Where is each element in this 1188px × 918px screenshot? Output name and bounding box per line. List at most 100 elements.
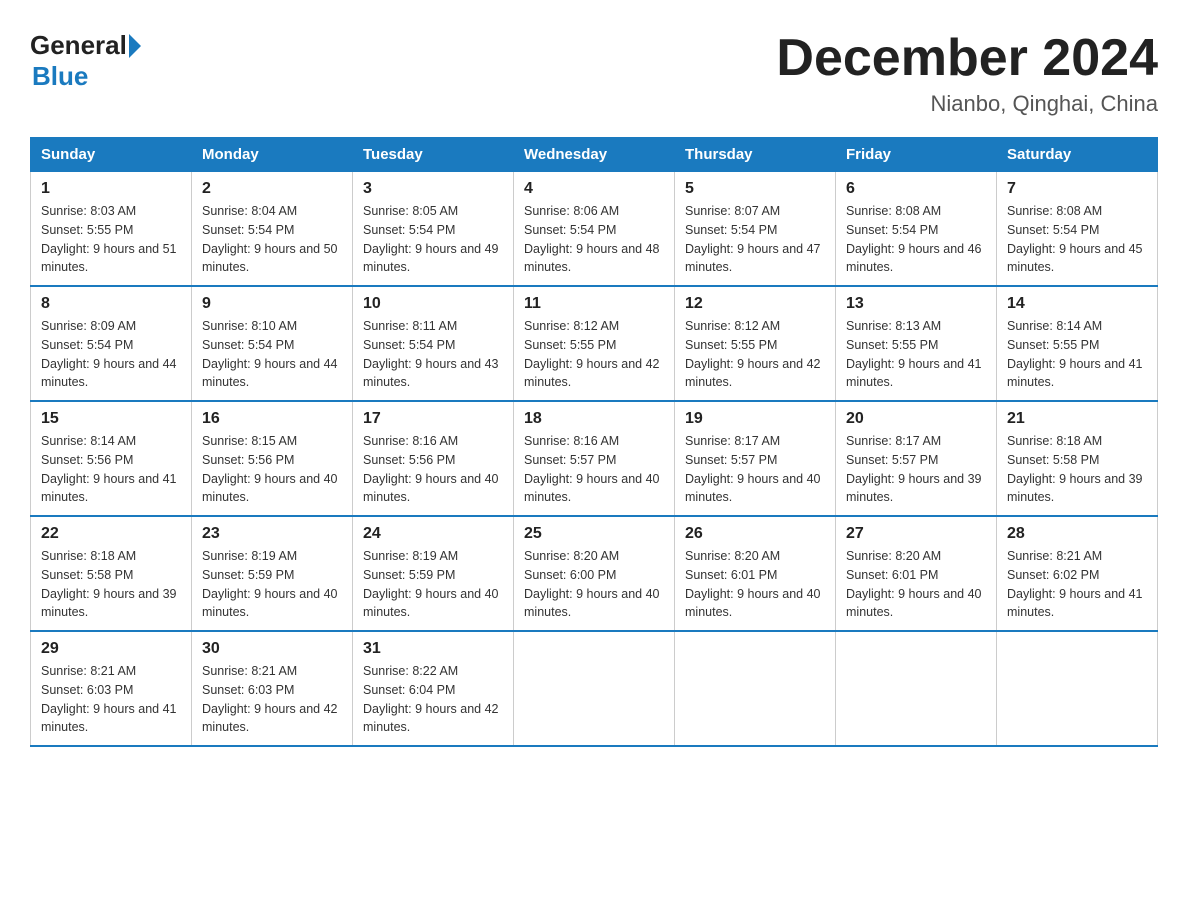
day-number: 5 <box>685 180 825 198</box>
calendar-header-thursday: Thursday <box>675 138 836 172</box>
calendar-cell: 27 Sunrise: 8:20 AMSunset: 6:01 PMDaylig… <box>836 516 997 631</box>
calendar-cell: 6 Sunrise: 8:08 AMSunset: 5:54 PMDayligh… <box>836 172 997 287</box>
day-number: 29 <box>41 640 181 658</box>
calendar-cell <box>675 631 836 746</box>
calendar-header-tuesday: Tuesday <box>353 138 514 172</box>
logo-general-text: General <box>30 30 127 61</box>
calendar-cell: 22 Sunrise: 8:18 AMSunset: 5:58 PMDaylig… <box>31 516 192 631</box>
calendar-cell: 9 Sunrise: 8:10 AMSunset: 5:54 PMDayligh… <box>192 286 353 401</box>
calendar-cell: 28 Sunrise: 8:21 AMSunset: 6:02 PMDaylig… <box>997 516 1158 631</box>
calendar-cell: 19 Sunrise: 8:17 AMSunset: 5:57 PMDaylig… <box>675 401 836 516</box>
day-number: 27 <box>846 525 986 543</box>
day-info: Sunrise: 8:16 AMSunset: 5:57 PMDaylight:… <box>524 434 660 504</box>
day-number: 22 <box>41 525 181 543</box>
day-number: 31 <box>363 640 503 658</box>
calendar-cell: 13 Sunrise: 8:13 AMSunset: 5:55 PMDaylig… <box>836 286 997 401</box>
calendar-header-sunday: Sunday <box>31 138 192 172</box>
day-info: Sunrise: 8:13 AMSunset: 5:55 PMDaylight:… <box>846 319 982 389</box>
day-info: Sunrise: 8:21 AMSunset: 6:03 PMDaylight:… <box>202 664 338 734</box>
day-number: 21 <box>1007 410 1147 428</box>
calendar-subtitle: Nianbo, Qinghai, China <box>776 91 1158 117</box>
logo-blue-text: Blue <box>32 61 88 91</box>
calendar-cell: 20 Sunrise: 8:17 AMSunset: 5:57 PMDaylig… <box>836 401 997 516</box>
day-number: 17 <box>363 410 503 428</box>
calendar-cell: 1 Sunrise: 8:03 AMSunset: 5:55 PMDayligh… <box>31 172 192 287</box>
day-info: Sunrise: 8:17 AMSunset: 5:57 PMDaylight:… <box>685 434 821 504</box>
day-number: 14 <box>1007 295 1147 313</box>
day-info: Sunrise: 8:08 AMSunset: 5:54 PMDaylight:… <box>846 204 982 274</box>
day-info: Sunrise: 8:06 AMSunset: 5:54 PMDaylight:… <box>524 204 660 274</box>
calendar-cell: 18 Sunrise: 8:16 AMSunset: 5:57 PMDaylig… <box>514 401 675 516</box>
day-number: 26 <box>685 525 825 543</box>
calendar-cell: 25 Sunrise: 8:20 AMSunset: 6:00 PMDaylig… <box>514 516 675 631</box>
calendar-cell: 17 Sunrise: 8:16 AMSunset: 5:56 PMDaylig… <box>353 401 514 516</box>
day-info: Sunrise: 8:21 AMSunset: 6:03 PMDaylight:… <box>41 664 177 734</box>
day-info: Sunrise: 8:10 AMSunset: 5:54 PMDaylight:… <box>202 319 338 389</box>
day-info: Sunrise: 8:15 AMSunset: 5:56 PMDaylight:… <box>202 434 338 504</box>
calendar-cell: 23 Sunrise: 8:19 AMSunset: 5:59 PMDaylig… <box>192 516 353 631</box>
day-number: 25 <box>524 525 664 543</box>
calendar-cell: 29 Sunrise: 8:21 AMSunset: 6:03 PMDaylig… <box>31 631 192 746</box>
calendar-week-row: 8 Sunrise: 8:09 AMSunset: 5:54 PMDayligh… <box>31 286 1158 401</box>
calendar-table: SundayMondayTuesdayWednesdayThursdayFrid… <box>30 137 1158 747</box>
calendar-cell: 8 Sunrise: 8:09 AMSunset: 5:54 PMDayligh… <box>31 286 192 401</box>
calendar-week-row: 15 Sunrise: 8:14 AMSunset: 5:56 PMDaylig… <box>31 401 1158 516</box>
day-info: Sunrise: 8:12 AMSunset: 5:55 PMDaylight:… <box>524 319 660 389</box>
day-info: Sunrise: 8:09 AMSunset: 5:54 PMDaylight:… <box>41 319 177 389</box>
day-info: Sunrise: 8:20 AMSunset: 6:01 PMDaylight:… <box>846 549 982 619</box>
day-number: 3 <box>363 180 503 198</box>
calendar-header-friday: Friday <box>836 138 997 172</box>
calendar-week-row: 22 Sunrise: 8:18 AMSunset: 5:58 PMDaylig… <box>31 516 1158 631</box>
calendar-cell: 3 Sunrise: 8:05 AMSunset: 5:54 PMDayligh… <box>353 172 514 287</box>
calendar-cell: 31 Sunrise: 8:22 AMSunset: 6:04 PMDaylig… <box>353 631 514 746</box>
calendar-cell <box>836 631 997 746</box>
calendar-cell: 10 Sunrise: 8:11 AMSunset: 5:54 PMDaylig… <box>353 286 514 401</box>
day-info: Sunrise: 8:11 AMSunset: 5:54 PMDaylight:… <box>363 319 499 389</box>
day-number: 28 <box>1007 525 1147 543</box>
day-number: 6 <box>846 180 986 198</box>
day-number: 16 <box>202 410 342 428</box>
calendar-header-monday: Monday <box>192 138 353 172</box>
title-area: December 2024 Nianbo, Qinghai, China <box>776 30 1158 117</box>
day-info: Sunrise: 8:20 AMSunset: 6:00 PMDaylight:… <box>524 549 660 619</box>
calendar-cell: 5 Sunrise: 8:07 AMSunset: 5:54 PMDayligh… <box>675 172 836 287</box>
calendar-header-row: SundayMondayTuesdayWednesdayThursdayFrid… <box>31 138 1158 172</box>
calendar-header-saturday: Saturday <box>997 138 1158 172</box>
day-info: Sunrise: 8:04 AMSunset: 5:54 PMDaylight:… <box>202 204 338 274</box>
day-info: Sunrise: 8:03 AMSunset: 5:55 PMDaylight:… <box>41 204 177 274</box>
day-info: Sunrise: 8:21 AMSunset: 6:02 PMDaylight:… <box>1007 549 1143 619</box>
day-number: 15 <box>41 410 181 428</box>
day-info: Sunrise: 8:12 AMSunset: 5:55 PMDaylight:… <box>685 319 821 389</box>
calendar-header-wednesday: Wednesday <box>514 138 675 172</box>
day-info: Sunrise: 8:18 AMSunset: 5:58 PMDaylight:… <box>41 549 177 619</box>
day-info: Sunrise: 8:05 AMSunset: 5:54 PMDaylight:… <box>363 204 499 274</box>
day-number: 7 <box>1007 180 1147 198</box>
calendar-cell: 7 Sunrise: 8:08 AMSunset: 5:54 PMDayligh… <box>997 172 1158 287</box>
calendar-cell: 12 Sunrise: 8:12 AMSunset: 5:55 PMDaylig… <box>675 286 836 401</box>
calendar-cell: 16 Sunrise: 8:15 AMSunset: 5:56 PMDaylig… <box>192 401 353 516</box>
day-info: Sunrise: 8:14 AMSunset: 5:56 PMDaylight:… <box>41 434 177 504</box>
day-number: 23 <box>202 525 342 543</box>
logo-triangle-icon <box>129 34 141 58</box>
day-number: 18 <box>524 410 664 428</box>
day-number: 19 <box>685 410 825 428</box>
calendar-week-row: 29 Sunrise: 8:21 AMSunset: 6:03 PMDaylig… <box>31 631 1158 746</box>
day-number: 11 <box>524 295 664 313</box>
calendar-cell: 2 Sunrise: 8:04 AMSunset: 5:54 PMDayligh… <box>192 172 353 287</box>
day-info: Sunrise: 8:16 AMSunset: 5:56 PMDaylight:… <box>363 434 499 504</box>
calendar-title: December 2024 <box>776 30 1158 87</box>
day-info: Sunrise: 8:14 AMSunset: 5:55 PMDaylight:… <box>1007 319 1143 389</box>
calendar-cell: 11 Sunrise: 8:12 AMSunset: 5:55 PMDaylig… <box>514 286 675 401</box>
calendar-cell: 26 Sunrise: 8:20 AMSunset: 6:01 PMDaylig… <box>675 516 836 631</box>
calendar-cell: 30 Sunrise: 8:21 AMSunset: 6:03 PMDaylig… <box>192 631 353 746</box>
day-info: Sunrise: 8:08 AMSunset: 5:54 PMDaylight:… <box>1007 204 1143 274</box>
calendar-cell: 24 Sunrise: 8:19 AMSunset: 5:59 PMDaylig… <box>353 516 514 631</box>
day-number: 20 <box>846 410 986 428</box>
page-header: General Blue December 2024 Nianbo, Qingh… <box>30 30 1158 117</box>
day-number: 12 <box>685 295 825 313</box>
day-number: 13 <box>846 295 986 313</box>
day-info: Sunrise: 8:07 AMSunset: 5:54 PMDaylight:… <box>685 204 821 274</box>
calendar-week-row: 1 Sunrise: 8:03 AMSunset: 5:55 PMDayligh… <box>31 172 1158 287</box>
calendar-cell: 15 Sunrise: 8:14 AMSunset: 5:56 PMDaylig… <box>31 401 192 516</box>
day-info: Sunrise: 8:20 AMSunset: 6:01 PMDaylight:… <box>685 549 821 619</box>
